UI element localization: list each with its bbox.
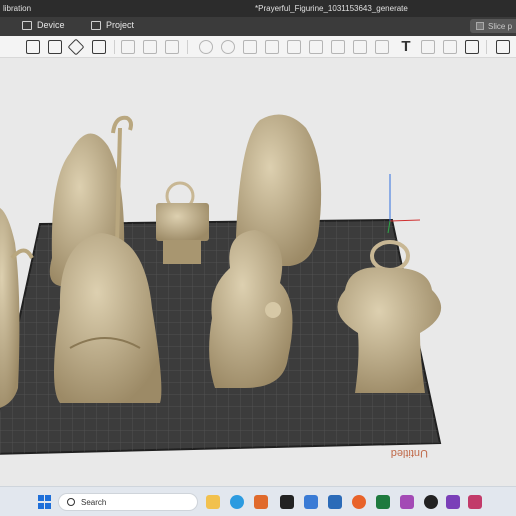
file-title: *Prayerful_Figurine_1031153643_generate <box>255 4 408 13</box>
excel-icon[interactable] <box>376 495 390 509</box>
monitor-icon <box>22 20 32 30</box>
3d-viewport[interactable]: Untitled <box>0 58 516 486</box>
bambu-icon[interactable] <box>304 495 318 509</box>
layers-icon[interactable] <box>496 40 510 54</box>
edge-icon[interactable] <box>230 495 244 509</box>
app-icon[interactable] <box>328 495 342 509</box>
layout-light-icon[interactable] <box>143 40 157 54</box>
scale-icon[interactable] <box>243 40 257 54</box>
firefox-icon[interactable] <box>352 495 366 509</box>
tab-device[interactable]: Device <box>22 20 65 30</box>
window-titlebar: libration *Prayerful_Figurine_1031153643… <box>0 0 516 17</box>
tab-project[interactable]: Project <box>91 20 134 30</box>
object-toolbar: T <box>0 36 516 58</box>
photos-icon[interactable] <box>468 495 482 509</box>
file-explorer-icon[interactable] <box>206 495 220 509</box>
tab-device-label: Device <box>37 20 65 30</box>
grid-icon[interactable] <box>48 40 62 54</box>
search-placeholder: Search <box>81 497 107 507</box>
move-icon[interactable] <box>199 40 213 54</box>
assembly-icon[interactable] <box>465 40 479 54</box>
toolbar-separator <box>187 40 188 54</box>
store-icon[interactable] <box>446 495 460 509</box>
arrange-light-icon[interactable] <box>121 40 135 54</box>
fit-view-icon[interactable] <box>92 40 106 54</box>
x-axis-line <box>389 219 421 222</box>
placeface-icon[interactable] <box>287 40 301 54</box>
tab-project-label: Project <box>106 20 135 30</box>
scene-canvas[interactable]: Untitled <box>0 58 516 486</box>
toolbar-separator <box>486 40 487 54</box>
toolbar-separator <box>114 40 115 54</box>
text-icon[interactable]: T <box>399 39 413 54</box>
rotate-icon[interactable] <box>221 40 235 54</box>
paint-icon[interactable] <box>353 40 367 54</box>
windows-taskbar: Search <box>0 486 516 516</box>
search-icon <box>67 498 75 506</box>
measure-icon[interactable] <box>443 40 457 54</box>
cut-icon[interactable] <box>265 40 279 54</box>
gallery-icon[interactable] <box>400 495 414 509</box>
project-icon <box>91 20 101 30</box>
slice-plate-label: Slice p <box>488 21 513 31</box>
add-object-icon[interactable] <box>26 40 40 54</box>
taskbar-search[interactable]: Search <box>58 493 198 511</box>
slice-icon <box>476 22 484 30</box>
list-light-icon[interactable] <box>165 40 179 54</box>
slice-plate-button[interactable]: Slice p <box>470 19 516 33</box>
orient-icon[interactable] <box>67 38 85 56</box>
plate-label-text: Untitled <box>391 447 428 459</box>
media-icon[interactable] <box>424 495 438 509</box>
mesh-boolean-icon[interactable] <box>331 40 345 54</box>
windows-start-icon[interactable] <box>38 495 52 509</box>
office-icon[interactable] <box>254 495 268 509</box>
main-tabbar: Device Project Slice p <box>0 17 516 36</box>
support-icon[interactable] <box>421 40 435 54</box>
seam-icon[interactable] <box>375 40 389 54</box>
app-title: libration <box>3 4 32 13</box>
split-icon[interactable] <box>309 40 323 54</box>
terminal-icon[interactable] <box>280 495 294 509</box>
